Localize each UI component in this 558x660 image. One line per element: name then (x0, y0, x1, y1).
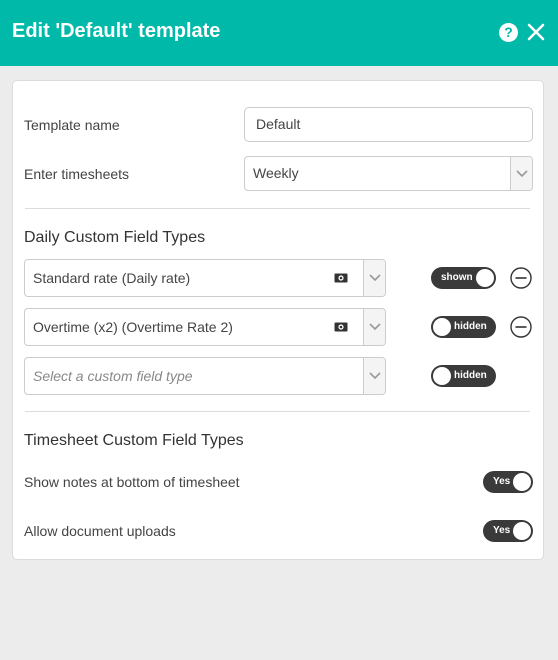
toggle-label: Yes (493, 525, 511, 536)
enter-timesheets-value: Weekly (253, 165, 299, 181)
select-caret (363, 309, 385, 345)
remove-circle-icon[interactable] (510, 267, 532, 289)
divider (25, 411, 530, 412)
show-notes-label: Show notes at bottom of timesheet (24, 474, 240, 490)
enter-timesheets-label: Enter timesheets (24, 166, 130, 182)
template-form-card: Template name Default Enter timesheets W… (12, 80, 544, 560)
dialog-header: Edit 'Default' template ? (0, 0, 558, 66)
chevron-down-icon (369, 323, 381, 331)
money-icon (334, 273, 348, 283)
toggle-label: hidden (454, 370, 487, 381)
toggle-knob (433, 367, 451, 385)
daily-field-select[interactable]: Standard rate (Daily rate) (24, 259, 386, 297)
chevron-down-icon (369, 274, 381, 282)
help-icon[interactable]: ? (499, 23, 518, 42)
show-notes-toggle[interactable]: Yes (483, 471, 533, 493)
template-name-label: Template name (24, 117, 120, 133)
timesheet-section-title: Timesheet Custom Field Types (24, 432, 244, 449)
divider (25, 208, 530, 209)
chevron-down-icon (516, 169, 528, 177)
dialog-title: Edit 'Default' template (12, 20, 221, 42)
visibility-toggle-shown[interactable]: shown (431, 267, 496, 289)
document-uploads-toggle[interactable]: Yes (483, 520, 533, 542)
toggle-label: hidden (454, 321, 487, 332)
toggle-label: shown (441, 272, 473, 283)
toggle-knob (433, 318, 451, 336)
select-caret (510, 157, 532, 190)
daily-field-value: Overtime (x2) (Overtime Rate 2) (33, 319, 233, 335)
visibility-toggle-hidden[interactable]: hidden (431, 316, 496, 338)
new-field-select[interactable]: Select a custom field type (24, 357, 386, 395)
select-caret (363, 358, 385, 394)
daily-section-title: Daily Custom Field Types (24, 229, 206, 246)
remove-circle-icon[interactable] (510, 316, 532, 338)
select-caret (363, 260, 385, 296)
toggle-label: Yes (493, 476, 511, 487)
toggle-knob (476, 269, 494, 287)
toggle-knob (513, 473, 531, 491)
daily-field-select[interactable]: Overtime (x2) (Overtime Rate 2) (24, 308, 386, 346)
toggle-knob (513, 522, 531, 540)
new-field-placeholder: Select a custom field type (33, 368, 193, 384)
close-icon[interactable] (527, 23, 545, 41)
money-icon (334, 322, 348, 332)
chevron-down-icon (369, 372, 381, 380)
document-uploads-label: Allow document uploads (24, 523, 176, 539)
template-name-input[interactable]: Default (244, 107, 533, 142)
visibility-toggle-hidden[interactable]: hidden (431, 365, 496, 387)
enter-timesheets-select[interactable]: Weekly (244, 156, 533, 191)
daily-field-value: Standard rate (Daily rate) (33, 270, 191, 286)
